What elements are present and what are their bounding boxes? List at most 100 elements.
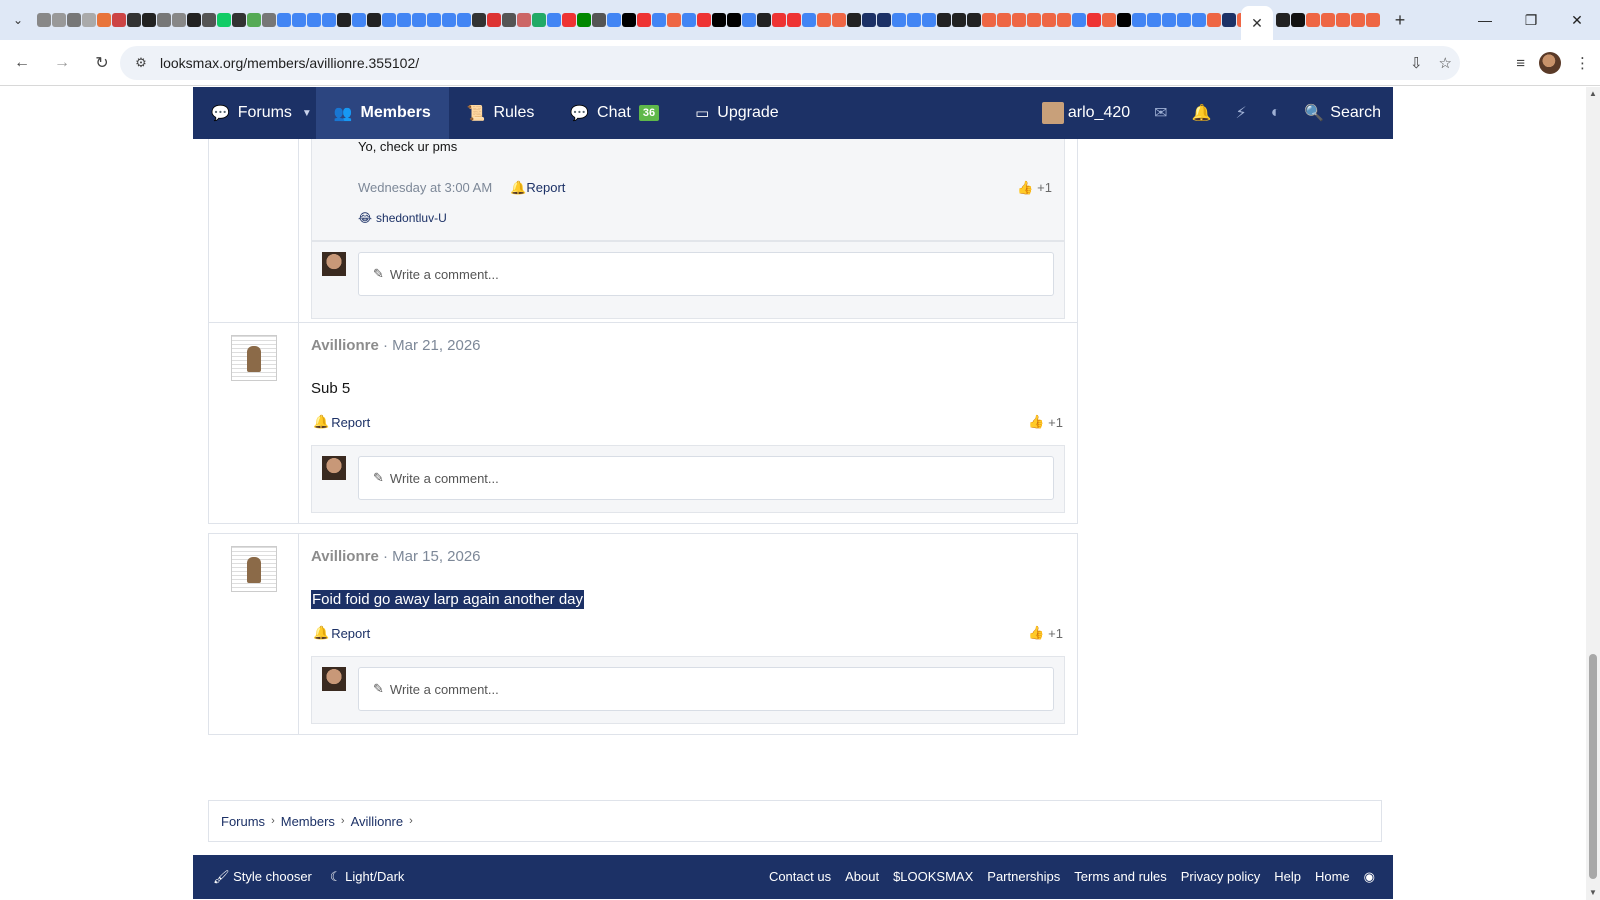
poster-username[interactable]: Avillionre	[311, 337, 379, 354]
tab-favicon[interactable]	[681, 13, 696, 27]
tab-favicon[interactable]	[471, 13, 486, 27]
tab-favicon[interactable]	[1011, 13, 1026, 27]
tab-favicon[interactable]	[546, 13, 561, 27]
tab-favicon[interactable]	[261, 13, 276, 27]
post-date[interactable]: Mar 15, 2026	[392, 548, 480, 565]
scroll-down-icon[interactable]: ▼	[1586, 886, 1600, 900]
tab-favicon[interactable]	[816, 13, 831, 27]
footer-partnerships-link[interactable]: Partnerships	[987, 869, 1060, 885]
tab-favicon[interactable]	[171, 13, 186, 27]
tab-favicon[interactable]	[1365, 13, 1380, 27]
bell-icon[interactable]: 🔔	[1180, 87, 1224, 139]
search-button[interactable]: 🔍 Search	[1292, 87, 1393, 139]
tab-favicon[interactable]	[1101, 13, 1116, 27]
footer-home-link[interactable]: Home	[1315, 869, 1350, 885]
close-window-icon[interactable]: ✕	[1554, 0, 1600, 40]
tab-favicon[interactable]	[666, 13, 681, 27]
tab-favicon[interactable]	[966, 13, 981, 27]
nav-upgrade[interactable]: ▭ Upgrade	[677, 87, 797, 139]
minimize-icon[interactable]: —	[1462, 0, 1508, 40]
tab-favicon[interactable]	[96, 13, 111, 27]
tab-favicon[interactable]	[516, 13, 531, 27]
tab-favicon[interactable]	[1086, 13, 1101, 27]
poster-avatar[interactable]	[231, 546, 277, 592]
tab-favicon[interactable]	[1146, 13, 1161, 27]
tab-favicon[interactable]	[126, 13, 141, 27]
tab-favicon[interactable]	[66, 13, 81, 27]
rss-icon[interactable]: ◉	[1364, 869, 1375, 885]
menu-kebab-icon[interactable]: ⋮	[1575, 54, 1590, 72]
tab-favicon[interactable]	[276, 13, 291, 27]
footer-about-link[interactable]: About	[845, 869, 879, 885]
breadcrumb-members[interactable]: Members	[281, 814, 335, 829]
tab-favicon[interactable]	[741, 13, 756, 27]
tab-favicon[interactable]	[351, 13, 366, 27]
tab-favicon[interactable]	[1275, 13, 1290, 27]
tab-favicon[interactable]	[1026, 13, 1041, 27]
tab-favicon[interactable]	[786, 13, 801, 27]
bookmark-star-icon[interactable]: ☆	[1439, 54, 1452, 72]
tab-favicon[interactable]	[771, 13, 786, 27]
tab-favicon[interactable]	[876, 13, 891, 27]
tab-favicon[interactable]	[996, 13, 1011, 27]
account-menu[interactable]: arlo_420	[1030, 87, 1142, 139]
tab-favicon[interactable]	[576, 13, 591, 27]
comment-input[interactable]: ✎ Write a comment...	[358, 252, 1054, 296]
tab-favicon[interactable]	[201, 13, 216, 27]
footer-privacy-link[interactable]: Privacy policy	[1181, 869, 1260, 885]
tab-favicon[interactable]	[696, 13, 711, 27]
tab-favicon[interactable]	[921, 13, 936, 27]
reaction-user[interactable]: shedontluv-U	[376, 211, 447, 225]
tab-favicon[interactable]	[951, 13, 966, 27]
poster-username[interactable]: Avillionre	[311, 548, 379, 565]
nav-members[interactable]: 👥 Members	[315, 87, 449, 139]
tab-favicon[interactable]	[186, 13, 201, 27]
forward-arrow-icon[interactable]: →	[44, 45, 80, 81]
tab-favicon[interactable]	[411, 13, 426, 27]
tab-favicon[interactable]	[981, 13, 996, 27]
tab-favicon[interactable]	[246, 13, 261, 27]
tab-favicon[interactable]	[936, 13, 951, 27]
tab-favicon[interactable]	[141, 13, 156, 27]
tab-favicon[interactable]	[1116, 13, 1131, 27]
tab-favicon[interactable]	[306, 13, 321, 27]
tab-favicon[interactable]	[1041, 13, 1056, 27]
address-bar[interactable]: ⚙ looksmax.org/members/avillionre.355102…	[120, 46, 1460, 80]
tab-favicon[interactable]	[1056, 13, 1071, 27]
back-arrow-icon[interactable]: ←	[4, 45, 40, 81]
tab-favicon[interactable]	[336, 13, 351, 27]
comment-input[interactable]: ✎ Write a comment...	[358, 456, 1054, 500]
tab-favicon[interactable]	[51, 13, 66, 27]
tab-favicon[interactable]	[216, 13, 231, 27]
report-link[interactable]: 🔔 Report	[313, 625, 370, 641]
tab-favicon[interactable]	[891, 13, 906, 27]
tab-favicon[interactable]	[636, 13, 651, 27]
tab-favicon[interactable]	[1206, 13, 1221, 27]
page-scrollbar[interactable]: ▲ ▼	[1586, 87, 1600, 900]
poster-avatar[interactable]	[231, 335, 277, 381]
tab-favicon[interactable]	[1320, 13, 1335, 27]
tab-favicon[interactable]	[906, 13, 921, 27]
tab-favicon[interactable]	[321, 13, 336, 27]
tab-favicon[interactable]	[1131, 13, 1146, 27]
scroll-up-icon[interactable]: ▲	[1586, 87, 1600, 101]
tab-favicon[interactable]	[1350, 13, 1365, 27]
tab-favicon[interactable]	[591, 13, 606, 27]
footer-help-link[interactable]: Help	[1274, 869, 1301, 885]
profile-avatar[interactable]	[1539, 52, 1561, 74]
light-dark-toggle[interactable]: ☾ Light/Dark	[330, 869, 405, 885]
tab-favicon[interactable]	[531, 13, 546, 27]
comment-input[interactable]: ✎ Write a comment...	[358, 667, 1054, 711]
bolt-icon[interactable]: ⚡	[1223, 87, 1258, 139]
tab-favicon[interactable]	[396, 13, 411, 27]
tab-favicon[interactable]	[756, 13, 771, 27]
tab-favicon[interactable]	[486, 13, 501, 27]
tab-favicon[interactable]	[36, 13, 51, 27]
url-text[interactable]: looksmax.org/members/avillionre.355102/	[160, 55, 419, 71]
like-button[interactable]: 👍 +1	[1028, 625, 1063, 641]
report-link[interactable]: 🔔 Report	[313, 414, 370, 430]
tab-favicon[interactable]	[156, 13, 171, 27]
tab-favicon[interactable]	[291, 13, 306, 27]
tab-favicon[interactable]	[1221, 13, 1236, 27]
tab-favicon[interactable]	[651, 13, 666, 27]
